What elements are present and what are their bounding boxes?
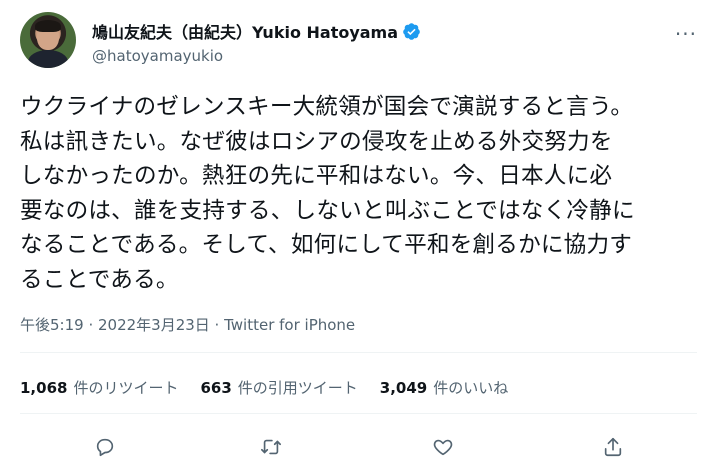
tweet-text: ウクライナのゼレンスキー大統領が国会で演説すると言う。 私は訊きたい。なぜ彼はロ…: [20, 94, 635, 293]
divider: [20, 413, 697, 414]
verified-badge-icon: [403, 22, 420, 40]
tweet-actions: [0, 430, 717, 464]
retweet-button[interactable]: [254, 430, 288, 464]
avatar[interactable]: [20, 12, 76, 68]
likes-count: 3,049: [379, 379, 428, 397]
quotes-count: 663: [200, 379, 232, 397]
author-block: 鳩山友紀夫（由紀夫）Yukio Hatoyama @hatoyamayukio: [92, 20, 421, 65]
quotes-label: 件の引用ツイート: [237, 379, 358, 397]
likes-label: 件のいいね: [433, 379, 509, 397]
retweets-count: 1,068: [20, 379, 68, 397]
tweet-stats: 1,068 件のリツイート 663 件の引用ツイート 3,049 件のいいね: [20, 377, 508, 398]
like-button[interactable]: [426, 430, 460, 464]
retweets-stat[interactable]: 1,068 件のリツイート: [20, 377, 178, 398]
retweet-icon: [261, 439, 281, 455]
share-button[interactable]: [596, 430, 630, 464]
avatar-hair: [35, 20, 61, 32]
reply-button[interactable]: [88, 430, 122, 464]
quotes-stat[interactable]: 663 件の引用ツイート: [200, 377, 357, 398]
more-options-icon[interactable]: ···: [675, 22, 697, 46]
avatar-suit: [28, 50, 68, 68]
tweet-timestamp[interactable]: 午後5:19 · 2022年3月23日 · Twitter for iPhone: [20, 314, 355, 335]
author-display-name[interactable]: 鳩山友紀夫（由紀夫）Yukio Hatoyama: [92, 19, 398, 43]
share-icon: [604, 437, 622, 457]
divider: [20, 352, 697, 353]
retweets-label: 件のリツイート: [73, 379, 179, 397]
author-handle[interactable]: @hatoyamayukio: [92, 47, 421, 65]
tweet-header: 鳩山友紀夫（由紀夫）Yukio Hatoyama @hatoyamayukio …: [20, 12, 697, 74]
likes-stat[interactable]: 3,049 件のいいね: [380, 377, 508, 398]
heart-icon: [433, 439, 453, 456]
reply-icon: [96, 438, 114, 457]
